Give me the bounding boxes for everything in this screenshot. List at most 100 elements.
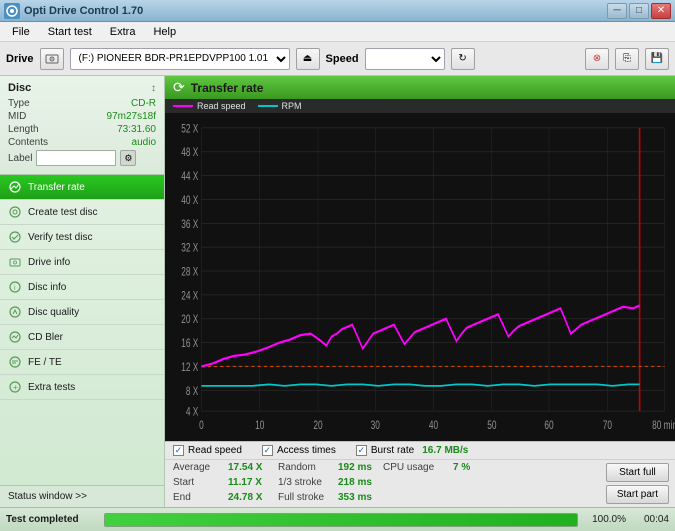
nav-cd-bler[interactable]: CD Bler: [0, 325, 164, 350]
stat-average-row: Average 17.54 X Random 192 ms CPU usage …: [165, 460, 600, 475]
speed-select[interactable]: [365, 48, 445, 70]
stat-start-val: 11.17 X: [228, 477, 278, 488]
disc-mid-key: MID: [8, 111, 26, 122]
menu-start-test[interactable]: Start test: [40, 24, 100, 40]
nav-create-test-disc-label: Create test disc: [28, 207, 97, 218]
svg-text:60: 60: [544, 420, 553, 433]
stat-random-label: Random: [278, 462, 338, 473]
disc-length-key: Length: [8, 124, 39, 135]
speed-label: Speed: [326, 53, 359, 65]
transfer-rate-icon: [8, 180, 22, 194]
drive-icon-button[interactable]: [40, 48, 64, 70]
check-access-times: ✓ Access times: [262, 445, 336, 456]
extra-tests-icon: +: [8, 380, 22, 394]
drive-select[interactable]: (F:) PIONEER BDR-PR1EPDVPP100 1.01: [70, 48, 290, 70]
status-window-button[interactable]: Status window >>: [0, 485, 164, 507]
stat-end-val: 24.78 X: [228, 492, 278, 503]
save-button[interactable]: 💾: [645, 48, 669, 70]
nav-disc-info-label: Disc info: [28, 282, 66, 293]
menu-file[interactable]: File: [4, 24, 38, 40]
disc-length-val: 73:31.60: [117, 124, 156, 135]
stats-left-col: Average 17.54 X Random 192 ms CPU usage …: [165, 460, 600, 507]
legend-rpm-line: [258, 105, 278, 107]
stats-buttons-row: Average 17.54 X Random 192 ms CPU usage …: [165, 460, 675, 507]
disc-panel-toggle[interactable]: ↕: [151, 83, 156, 94]
nav-create-test-disc[interactable]: Create test disc: [0, 200, 164, 225]
svg-text:20 X: 20 X: [181, 314, 198, 327]
access-times-checkbox[interactable]: ✓: [262, 445, 273, 456]
nav-extra-tests-label: Extra tests: [28, 382, 75, 393]
title-bar: Opti Drive Control 1.70 ─ □ ✕: [0, 0, 675, 22]
chart-header: ⟳ Transfer rate: [165, 76, 675, 99]
app-icon: [4, 3, 20, 19]
svg-text:10: 10: [255, 420, 264, 433]
minimize-button[interactable]: ─: [607, 3, 627, 19]
svg-text:36 X: 36 X: [181, 219, 198, 232]
svg-text:40: 40: [429, 420, 438, 433]
nav-disc-info[interactable]: i Disc info: [0, 275, 164, 300]
drive-label: Drive: [6, 53, 34, 65]
stat-1-3-stroke-val: 218 ms: [338, 477, 383, 488]
chart-container: 52 X 48 X 44 X 40 X 36 X 32 X 28 X 24 X …: [165, 113, 675, 441]
read-speed-checkbox[interactable]: ✓: [173, 445, 184, 456]
menu-extra[interactable]: Extra: [102, 24, 144, 40]
refresh-button[interactable]: ↻: [451, 48, 475, 70]
start-part-button[interactable]: Start part: [606, 485, 669, 504]
nav-fe-te[interactable]: FE / TE: [0, 350, 164, 375]
nav-disc-quality-label: Disc quality: [28, 307, 79, 318]
stat-average-label: Average: [173, 462, 228, 473]
nav-transfer-rate[interactable]: Transfer rate: [0, 175, 164, 200]
fe-te-icon: [8, 355, 22, 369]
copy-button[interactable]: ⎘: [615, 48, 639, 70]
nav-transfer-rate-label: Transfer rate: [28, 182, 85, 193]
svg-text:+: +: [13, 383, 18, 392]
disc-panel: Disc ↕ Type CD-R MID 97m27s18f Length 73…: [0, 76, 164, 175]
svg-text:16 X: 16 X: [181, 338, 198, 351]
stat-start-label: Start: [173, 477, 228, 488]
burst-rate-checkbox[interactable]: ✓: [356, 445, 367, 456]
start-full-button[interactable]: Start full: [606, 463, 669, 482]
nav-disc-quality[interactable]: Disc quality: [0, 300, 164, 325]
nav-verify-test-disc-label: Verify test disc: [28, 232, 92, 243]
status-text: Test completed: [6, 514, 96, 525]
progress-track: [104, 513, 578, 527]
svg-text:i: i: [14, 285, 16, 292]
svg-text:48 X: 48 X: [181, 147, 198, 160]
svg-text:0: 0: [199, 420, 204, 433]
stat-full-stroke-val: 353 ms: [338, 492, 383, 503]
nav-verify-test-disc[interactable]: Verify test disc: [0, 225, 164, 250]
action-buttons-col: Start full Start part: [600, 460, 675, 507]
verify-test-disc-icon: [8, 230, 22, 244]
eject-button[interactable]: ⏏: [296, 48, 320, 70]
toolbar: Drive (F:) PIONEER BDR-PR1EPDVPP100 1.01…: [0, 42, 675, 76]
stat-cpu-label: CPU usage: [383, 462, 453, 473]
disc-label-input[interactable]: [36, 150, 116, 166]
stats-area: ✓ Read speed ✓ Access times ✓ Burst rate…: [165, 441, 675, 507]
svg-text:80 min: 80 min: [652, 420, 675, 433]
svg-text:28 X: 28 X: [181, 266, 198, 279]
chart-title: Transfer rate: [191, 81, 264, 95]
nav-drive-info[interactable]: Drive info: [0, 250, 164, 275]
status-bar: Test completed 100.0% 00:04: [0, 507, 675, 531]
check-read-speed: ✓ Read speed: [173, 445, 242, 456]
disc-contents-val: audio: [132, 137, 156, 148]
nav-cd-bler-label: CD Bler: [28, 332, 63, 343]
svg-text:4 X: 4 X: [186, 406, 199, 419]
erase-button[interactable]: ⊗: [585, 48, 609, 70]
disc-label-settings[interactable]: ⚙: [120, 150, 136, 166]
stat-cpu-val: 7 %: [453, 462, 470, 473]
chart-icon: ⟳: [173, 79, 185, 96]
svg-text:50: 50: [487, 420, 496, 433]
cd-bler-icon: [8, 330, 22, 344]
legend-rpm: RPM: [258, 101, 302, 111]
svg-text:40 X: 40 X: [181, 195, 198, 208]
close-button[interactable]: ✕: [651, 3, 671, 19]
progress-fill: [105, 514, 577, 526]
stat-end-row: End 24.78 X Full stroke 353 ms: [165, 490, 600, 505]
svg-text:32 X: 32 X: [181, 242, 198, 255]
maximize-button[interactable]: □: [629, 3, 649, 19]
nav-extra-tests[interactable]: + Extra tests: [0, 375, 164, 400]
menu-help[interactable]: Help: [145, 24, 184, 40]
menu-bar: File Start test Extra Help: [0, 22, 675, 42]
checkboxes-row: ✓ Read speed ✓ Access times ✓ Burst rate…: [165, 442, 675, 460]
